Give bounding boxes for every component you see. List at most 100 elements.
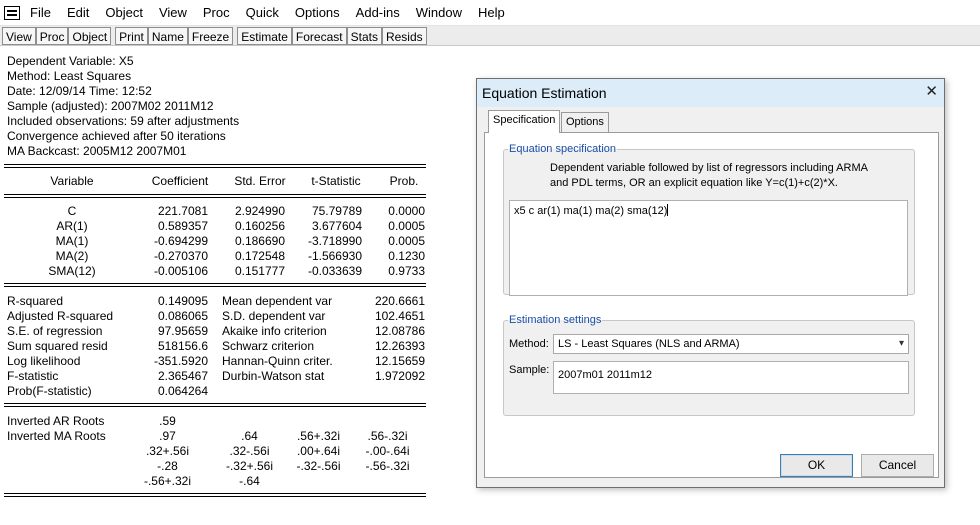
root-value: .32-.56i xyxy=(229,444,270,458)
dialog-titlebar[interactable]: Equation Estimation ✕ xyxy=(477,79,944,107)
system-menu-icon[interactable] xyxy=(4,5,20,20)
coef-t-statistic: -0.033639 xyxy=(307,264,362,278)
coef-value: 0.589357 xyxy=(157,219,208,233)
menu-add-ins[interactable]: Add-ins xyxy=(348,0,408,26)
sample-input-text: 2007m01 2011m12 xyxy=(558,369,652,381)
sample-input[interactable]: 2007m01 2011m12 xyxy=(553,361,909,394)
menu-window[interactable]: Window xyxy=(408,0,470,26)
col-header-t-statistic: t-Statistic xyxy=(311,174,361,188)
col-header-coefficient: Coefficient xyxy=(151,174,209,188)
root-value: -.00-.64i xyxy=(365,444,410,458)
coef-prob: 0.1230 xyxy=(388,249,425,263)
tab-options[interactable]: Options xyxy=(561,112,609,132)
stat-label: Mean dependent var xyxy=(222,294,333,308)
menu-options[interactable]: Options xyxy=(287,0,348,26)
stat-label: F-statistic xyxy=(7,369,59,383)
stat-value: -351.5920 xyxy=(153,354,208,368)
tab-specification[interactable]: Specification xyxy=(488,110,561,133)
equation-estimation-dialog: Equation Estimation ✕ Specification Opti… xyxy=(476,78,945,488)
coef-variable: MA(1) xyxy=(55,234,89,248)
col-header-std-error: Std. Error xyxy=(234,174,286,188)
menu-object[interactable]: Object xyxy=(97,0,151,26)
freeze-button[interactable]: Freeze xyxy=(187,27,234,45)
method-select[interactable]: LS - Least Squares (NLS and ARMA) ▾ xyxy=(553,334,909,354)
menu-quick[interactable]: Quick xyxy=(238,0,287,26)
equation-specification-group: Equation specification Dependent variabl… xyxy=(503,143,915,296)
sample-line: Sample (adjusted): 2007M02 2011M12 xyxy=(7,99,214,113)
print-button[interactable]: Print xyxy=(115,27,148,45)
coef-std-error: 0.172548 xyxy=(234,249,285,263)
spec-hint-line-1: Dependent variable followed by list of r… xyxy=(550,162,868,174)
root-value: .00+.64i xyxy=(296,444,341,458)
root-value: .97 xyxy=(159,429,176,443)
root-value: -.32+.56i xyxy=(225,459,274,473)
coef-std-error: 0.151777 xyxy=(234,264,285,278)
coef-std-error: 0.186690 xyxy=(234,234,285,248)
ok-button[interactable]: OK xyxy=(780,454,853,477)
root-value: .59 xyxy=(159,414,176,428)
stat-label: Schwarz criterion xyxy=(222,339,315,353)
equation-specification-input[interactable]: x5 c ar(1) ma(1) ma(2) sma(12) xyxy=(509,200,908,296)
stat-value: 518156.6 xyxy=(157,339,208,353)
coef-value: 221.7081 xyxy=(157,204,208,218)
stat-value: 12.08786 xyxy=(374,324,425,338)
roots-label: Inverted MA Roots xyxy=(7,429,106,443)
resids-button[interactable]: Resids xyxy=(381,27,427,45)
root-value: .56-.32i xyxy=(367,429,408,443)
menu-help[interactable]: Help xyxy=(470,0,513,26)
coef-prob: 0.0000 xyxy=(388,204,425,218)
close-icon[interactable]: ✕ xyxy=(925,82,938,102)
convergence-line: Convergence achieved after 50 iterations xyxy=(7,129,226,143)
stat-label: Hannan-Quinn criter. xyxy=(222,354,333,368)
stat-label: Log likelihood xyxy=(7,354,81,368)
stat-value: 1.972092 xyxy=(374,369,425,383)
dependent-variable-line: Dependent Variable: X5 xyxy=(7,54,134,68)
col-header-prob: Prob. xyxy=(389,174,419,188)
stat-value: 0.064264 xyxy=(157,384,208,398)
root-value: -.32-.56i xyxy=(296,459,341,473)
root-value: -.56-.32i xyxy=(365,459,410,473)
coef-value: -0.005106 xyxy=(153,264,208,278)
object-button[interactable]: Object xyxy=(68,27,112,45)
coef-t-statistic: -1.566930 xyxy=(307,249,362,263)
chevron-down-icon: ▾ xyxy=(898,338,904,349)
stat-value: 2.365467 xyxy=(157,369,208,383)
ma-backcast-line: MA Backcast: 2005M12 2007M01 xyxy=(7,144,187,158)
menu-file[interactable]: File xyxy=(30,0,59,26)
cancel-button[interactable]: Cancel xyxy=(861,454,934,477)
specification-panel: Equation specification Dependent variabl… xyxy=(484,132,939,478)
method-label: Method: xyxy=(509,338,549,350)
spec-hint-line-2: and PDL terms, OR an explicit equation l… xyxy=(550,177,838,189)
coef-variable: C xyxy=(67,204,77,218)
root-value: -.28 xyxy=(157,459,178,473)
stat-label: Prob(F-statistic) xyxy=(7,384,92,398)
method-line: Method: Least Squares xyxy=(7,69,132,83)
stat-value: 97.95659 xyxy=(157,324,208,338)
menu-bar: File Edit Object View Proc Quick Options… xyxy=(0,0,980,26)
text-caret xyxy=(667,204,669,216)
estimation-settings-label: Estimation settings xyxy=(509,314,602,326)
stat-label: S.E. of regression xyxy=(7,324,103,338)
menu-edit[interactable]: Edit xyxy=(59,0,97,26)
coef-t-statistic: -3.718990 xyxy=(307,234,362,248)
sample-label: Sample: xyxy=(509,364,550,376)
name-button[interactable]: Name xyxy=(147,27,188,45)
coef-std-error: 2.924990 xyxy=(234,204,285,218)
proc-button[interactable]: Proc xyxy=(35,27,69,45)
menu-view[interactable]: View xyxy=(151,0,195,26)
coef-t-statistic: 3.677604 xyxy=(311,219,362,233)
stat-label: Durbin-Watson stat xyxy=(222,369,325,383)
method-select-value: LS - Least Squares (NLS and ARMA) xyxy=(558,338,740,350)
root-value: -.64 xyxy=(239,474,260,488)
root-value: .56+.32i xyxy=(296,429,341,443)
dialog-title: Equation Estimation xyxy=(482,85,607,101)
table-rule xyxy=(4,194,426,198)
menu-proc[interactable]: Proc xyxy=(195,0,238,26)
roots-label: Inverted AR Roots xyxy=(7,414,105,428)
estimate-button[interactable]: Estimate xyxy=(237,27,292,45)
forecast-button[interactable]: Forecast xyxy=(291,27,347,45)
view-button[interactable]: View xyxy=(2,27,36,45)
stats-button[interactable]: Stats xyxy=(346,27,382,45)
equation-specification-label: Equation specification xyxy=(509,143,617,155)
stat-value: 0.149095 xyxy=(157,294,208,308)
